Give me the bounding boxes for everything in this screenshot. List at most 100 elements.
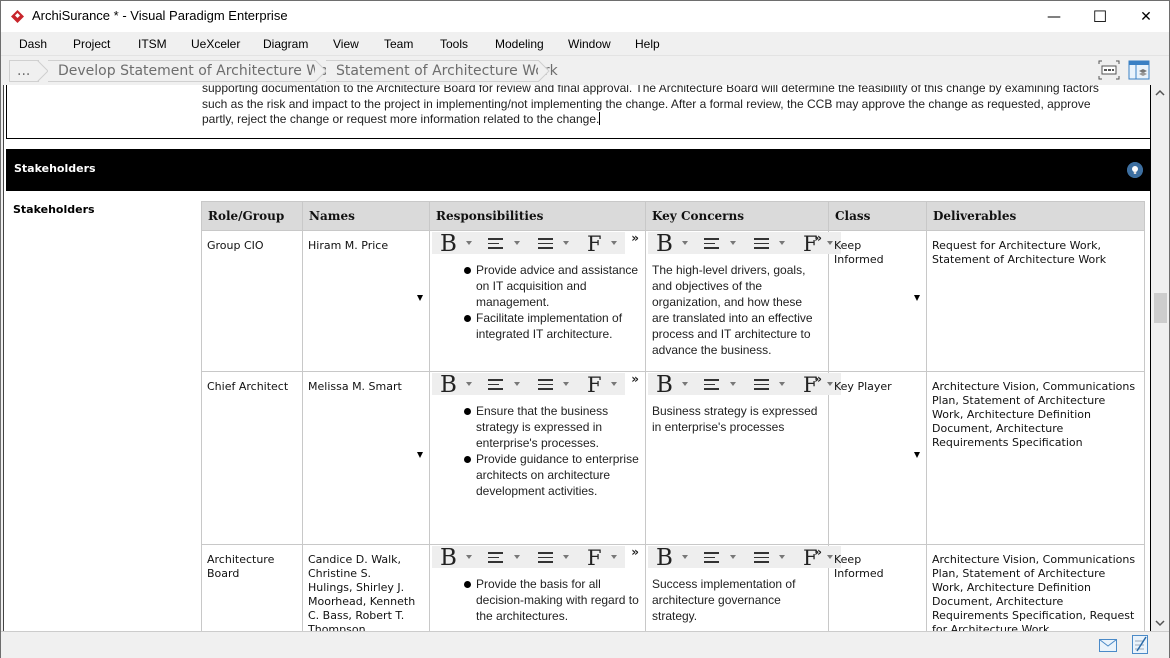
bold-dropdown-icon[interactable] bbox=[466, 241, 472, 245]
dropdown-arrow-icon[interactable] bbox=[417, 452, 423, 458]
cell-responsibilities[interactable]: B F » Provide the basis for all decision… bbox=[429, 544, 646, 631]
align-dropdown-icon[interactable] bbox=[730, 241, 736, 245]
bold-button[interactable]: B bbox=[440, 546, 457, 570]
font-button[interactable]: F bbox=[587, 232, 602, 256]
maximize-button[interactable]: ☐ bbox=[1077, 1, 1123, 32]
cell-names[interactable]: Hiram M. Price bbox=[302, 230, 430, 372]
cell-names[interactable]: Candice D. Walk, Christine S. Hulings, S… bbox=[302, 544, 430, 631]
dropdown-arrow-icon[interactable] bbox=[417, 295, 423, 301]
menu-project[interactable]: Project bbox=[73, 37, 110, 51]
menu-itsm[interactable]: ITSM bbox=[138, 37, 167, 51]
scroll-down-icon[interactable] bbox=[1155, 619, 1165, 627]
key-concerns-editor[interactable]: Success implementation of architecture g… bbox=[646, 568, 828, 624]
list-icon[interactable] bbox=[754, 238, 769, 252]
menu-diagram[interactable]: Diagram bbox=[263, 37, 308, 51]
cell-names[interactable]: Melissa M. Smart bbox=[302, 371, 430, 545]
cell-key-concerns[interactable]: B F » Success implementation of architec… bbox=[645, 544, 841, 631]
align-left-icon[interactable] bbox=[704, 552, 719, 566]
panel-layout-icon[interactable] bbox=[1128, 60, 1150, 80]
align-dropdown-icon[interactable] bbox=[514, 382, 520, 386]
font-dropdown-icon[interactable] bbox=[611, 382, 617, 386]
bold-button[interactable]: B bbox=[656, 373, 673, 397]
more-tools-icon[interactable]: » bbox=[631, 545, 639, 559]
cell-responsibilities[interactable]: B F » Provide advice and assistance on I… bbox=[429, 230, 646, 372]
list-icon[interactable] bbox=[538, 238, 553, 252]
menu-uexceler[interactable]: UeXceler bbox=[191, 37, 240, 51]
cell-responsibilities[interactable]: B F » Ensure that the business strategy … bbox=[429, 371, 646, 545]
list-dropdown-icon[interactable] bbox=[563, 382, 569, 386]
more-tools-icon[interactable]: » bbox=[814, 372, 822, 386]
more-tools-icon[interactable]: » bbox=[631, 231, 639, 245]
list-dropdown-icon[interactable] bbox=[779, 241, 785, 245]
more-tools-icon[interactable]: » bbox=[814, 231, 822, 245]
align-left-icon[interactable] bbox=[488, 238, 503, 252]
fit-width-icon[interactable] bbox=[1098, 60, 1120, 80]
responsibilities-editor[interactable]: Ensure that the business strategy is exp… bbox=[430, 395, 645, 499]
more-tools-icon[interactable]: » bbox=[631, 372, 639, 386]
align-left-icon[interactable] bbox=[704, 379, 719, 393]
align-dropdown-icon[interactable] bbox=[514, 241, 520, 245]
bold-button[interactable]: B bbox=[440, 232, 457, 256]
cell-class[interactable]: Keep Informed bbox=[828, 230, 927, 372]
cell-key-concerns[interactable]: B F » The high-level drivers, goals, and… bbox=[645, 230, 841, 372]
font-dropdown-icon[interactable] bbox=[611, 241, 617, 245]
font-button[interactable]: F bbox=[587, 373, 602, 397]
list-dropdown-icon[interactable] bbox=[779, 555, 785, 559]
cell-deliverables[interactable]: Request for Architecture Work, Statement… bbox=[926, 230, 1145, 372]
cell-deliverables[interactable]: Architecture Vision, Communications Plan… bbox=[926, 371, 1145, 545]
scrollbar-thumb[interactable] bbox=[1154, 293, 1167, 323]
bold-dropdown-icon[interactable] bbox=[466, 382, 472, 386]
align-left-icon[interactable] bbox=[488, 379, 503, 393]
breadcrumb-item-develop-statement[interactable]: Develop Statement of Architecture Work bbox=[48, 60, 342, 82]
bold-dropdown-icon[interactable] bbox=[466, 555, 472, 559]
cell-role[interactable]: Group CIO bbox=[201, 230, 303, 372]
cell-class[interactable]: Key Player bbox=[828, 371, 927, 545]
font-button[interactable]: F bbox=[587, 546, 602, 570]
bold-button[interactable]: B bbox=[440, 373, 457, 397]
list-icon[interactable] bbox=[538, 552, 553, 566]
notes-icon[interactable] bbox=[1132, 635, 1148, 654]
align-dropdown-icon[interactable] bbox=[514, 555, 520, 559]
dropdown-arrow-icon[interactable] bbox=[914, 295, 920, 301]
menu-dash[interactable]: Dash bbox=[19, 37, 47, 51]
bold-button[interactable]: B bbox=[656, 232, 673, 256]
lightbulb-hint-icon[interactable] bbox=[1127, 162, 1143, 178]
menu-window[interactable]: Window bbox=[568, 37, 611, 51]
list-dropdown-icon[interactable] bbox=[563, 241, 569, 245]
list-icon[interactable] bbox=[754, 379, 769, 393]
menu-help[interactable]: Help bbox=[635, 37, 660, 51]
cell-class[interactable]: Keep Informed bbox=[828, 544, 927, 631]
list-dropdown-icon[interactable] bbox=[563, 555, 569, 559]
align-dropdown-icon[interactable] bbox=[730, 382, 736, 386]
responsibilities-editor[interactable]: Provide advice and assistance on IT acqu… bbox=[430, 254, 645, 342]
font-dropdown-icon[interactable] bbox=[611, 555, 617, 559]
cell-key-concerns[interactable]: B F » Business strategy is expressed in … bbox=[645, 371, 841, 545]
cell-deliverables[interactable]: Architecture Vision, Communications Plan… bbox=[926, 544, 1145, 631]
align-left-icon[interactable] bbox=[704, 238, 719, 252]
close-button[interactable]: ✕ bbox=[1123, 1, 1169, 32]
list-dropdown-icon[interactable] bbox=[779, 382, 785, 386]
scroll-up-icon[interactable] bbox=[1155, 89, 1165, 97]
menu-tools[interactable]: Tools bbox=[440, 37, 468, 51]
menu-modeling[interactable]: Modeling bbox=[495, 37, 544, 51]
description-editor[interactable]: supporting documentation to the Architec… bbox=[6, 85, 1150, 139]
key-concerns-editor[interactable]: The high-level drivers, goals, and objec… bbox=[646, 254, 828, 358]
minimize-button[interactable]: — bbox=[1031, 1, 1077, 32]
bold-dropdown-icon[interactable] bbox=[682, 382, 688, 386]
more-tools-icon[interactable]: » bbox=[814, 545, 822, 559]
list-icon[interactable] bbox=[538, 379, 553, 393]
list-icon[interactable] bbox=[754, 552, 769, 566]
key-concerns-editor[interactable]: Business strategy is expressed in enterp… bbox=[646, 395, 828, 435]
align-dropdown-icon[interactable] bbox=[730, 555, 736, 559]
dropdown-arrow-icon[interactable] bbox=[914, 452, 920, 458]
breadcrumb-ellipsis[interactable]: ... bbox=[9, 60, 39, 82]
mail-icon[interactable] bbox=[1099, 639, 1117, 652]
menu-view[interactable]: View bbox=[333, 37, 359, 51]
bold-dropdown-icon[interactable] bbox=[682, 241, 688, 245]
responsibilities-editor[interactable]: Provide the basis for all decision-makin… bbox=[430, 568, 645, 624]
bold-dropdown-icon[interactable] bbox=[682, 555, 688, 559]
bold-button[interactable]: B bbox=[656, 546, 673, 570]
breadcrumb-item-statement[interactable]: Statement of Architecture Work bbox=[326, 60, 558, 82]
align-left-icon[interactable] bbox=[488, 552, 503, 566]
menu-team[interactable]: Team bbox=[384, 37, 413, 51]
